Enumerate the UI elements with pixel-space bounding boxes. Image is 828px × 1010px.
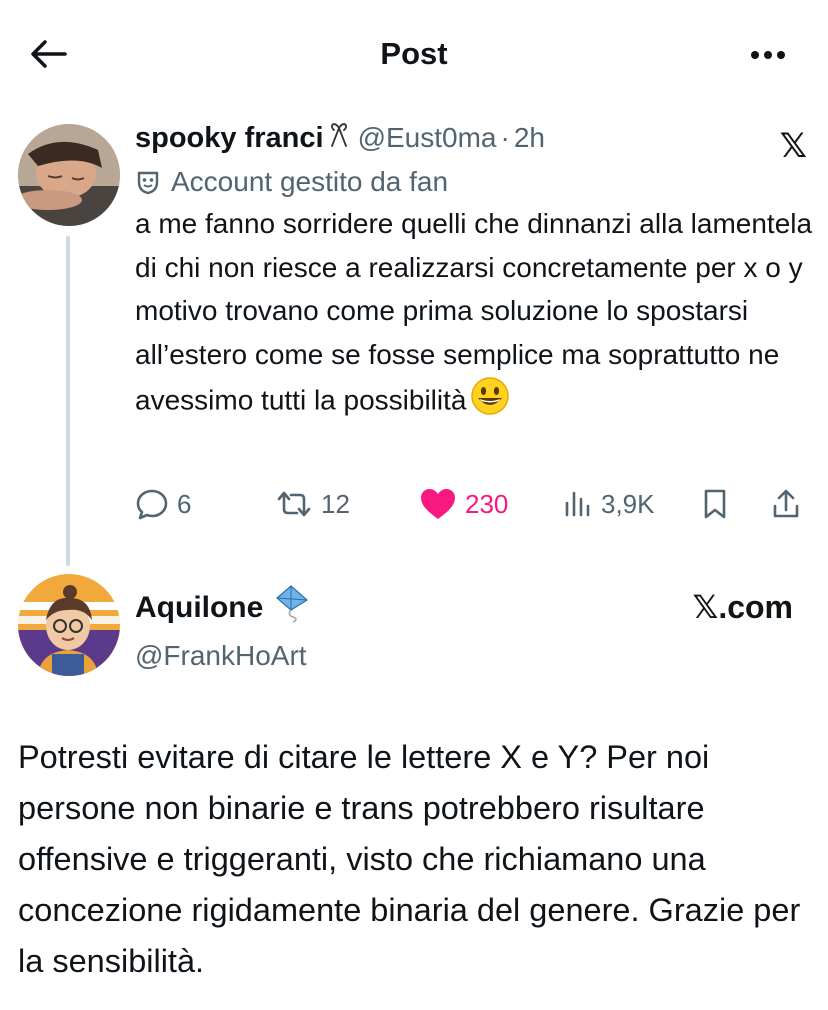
- reply-button[interactable]: 6: [135, 484, 191, 524]
- reply-avatar[interactable]: [18, 574, 120, 676]
- post-author-row: spooky franci @Eust0ma · 2h: [135, 118, 815, 158]
- original-post[interactable]: spooky franci @Eust0ma · 2h 𝕏 Account ge…: [135, 118, 815, 429]
- like-button[interactable]: 230: [419, 484, 508, 524]
- bookmark-button[interactable]: [701, 484, 729, 524]
- bar-chart-icon: [565, 491, 590, 517]
- more-horizontal-icon: [751, 51, 785, 59]
- repost-button[interactable]: 12: [275, 484, 350, 524]
- views-button[interactable]: 3,9K: [563, 484, 655, 524]
- repost-icon: [277, 491, 311, 517]
- bookmark-icon: [704, 489, 726, 519]
- comment-icon: [136, 489, 168, 520]
- share-button[interactable]: [771, 484, 801, 524]
- mask-icon: [137, 171, 159, 195]
- x-logo-icon: 𝕏: [779, 127, 807, 165]
- post-text: a me fanno sorridere quelli che dinnanzi…: [135, 202, 815, 429]
- reply-author-display-name[interactable]: Aquilone: [135, 591, 263, 625]
- x-com-source-label: 𝕏.com: [692, 589, 793, 625]
- reply-count: 6: [177, 488, 192, 519]
- ribbon-emoji: [328, 122, 350, 155]
- fan-account-label: Account gestito da fan: [135, 164, 815, 200]
- page-title: Post: [380, 36, 448, 71]
- top-bar: Post: [0, 0, 828, 104]
- more-options-button[interactable]: [748, 40, 788, 70]
- author-display-name[interactable]: spooky franci: [135, 122, 324, 155]
- repost-count: 12: [321, 488, 350, 519]
- reply-text: Potresti evitare di citare le lettere X …: [18, 739, 801, 979]
- kite-emoji: [273, 584, 309, 632]
- thread-connector-line: [66, 236, 70, 566]
- avatar[interactable]: [18, 124, 120, 226]
- meta-separator: ·: [500, 122, 510, 153]
- reply-author-handle[interactable]: @FrankHoArt: [135, 640, 815, 672]
- fan-label-text: Account gestito da fan: [171, 166, 449, 197]
- post-actions-bar: 6 12 230 3,9K: [135, 484, 815, 524]
- views-count: 3,9K: [601, 488, 655, 519]
- share-icon: [773, 489, 799, 518]
- post-timestamp[interactable]: 2h: [514, 122, 545, 154]
- heart-icon: [421, 489, 455, 519]
- like-count: 230: [465, 488, 509, 519]
- smiley-emoji: [470, 376, 510, 429]
- author-handle[interactable]: @Eust0ma: [358, 122, 497, 154]
- reply-post-header: Aquilone @FrankHoArt 𝕏.com: [135, 584, 815, 672]
